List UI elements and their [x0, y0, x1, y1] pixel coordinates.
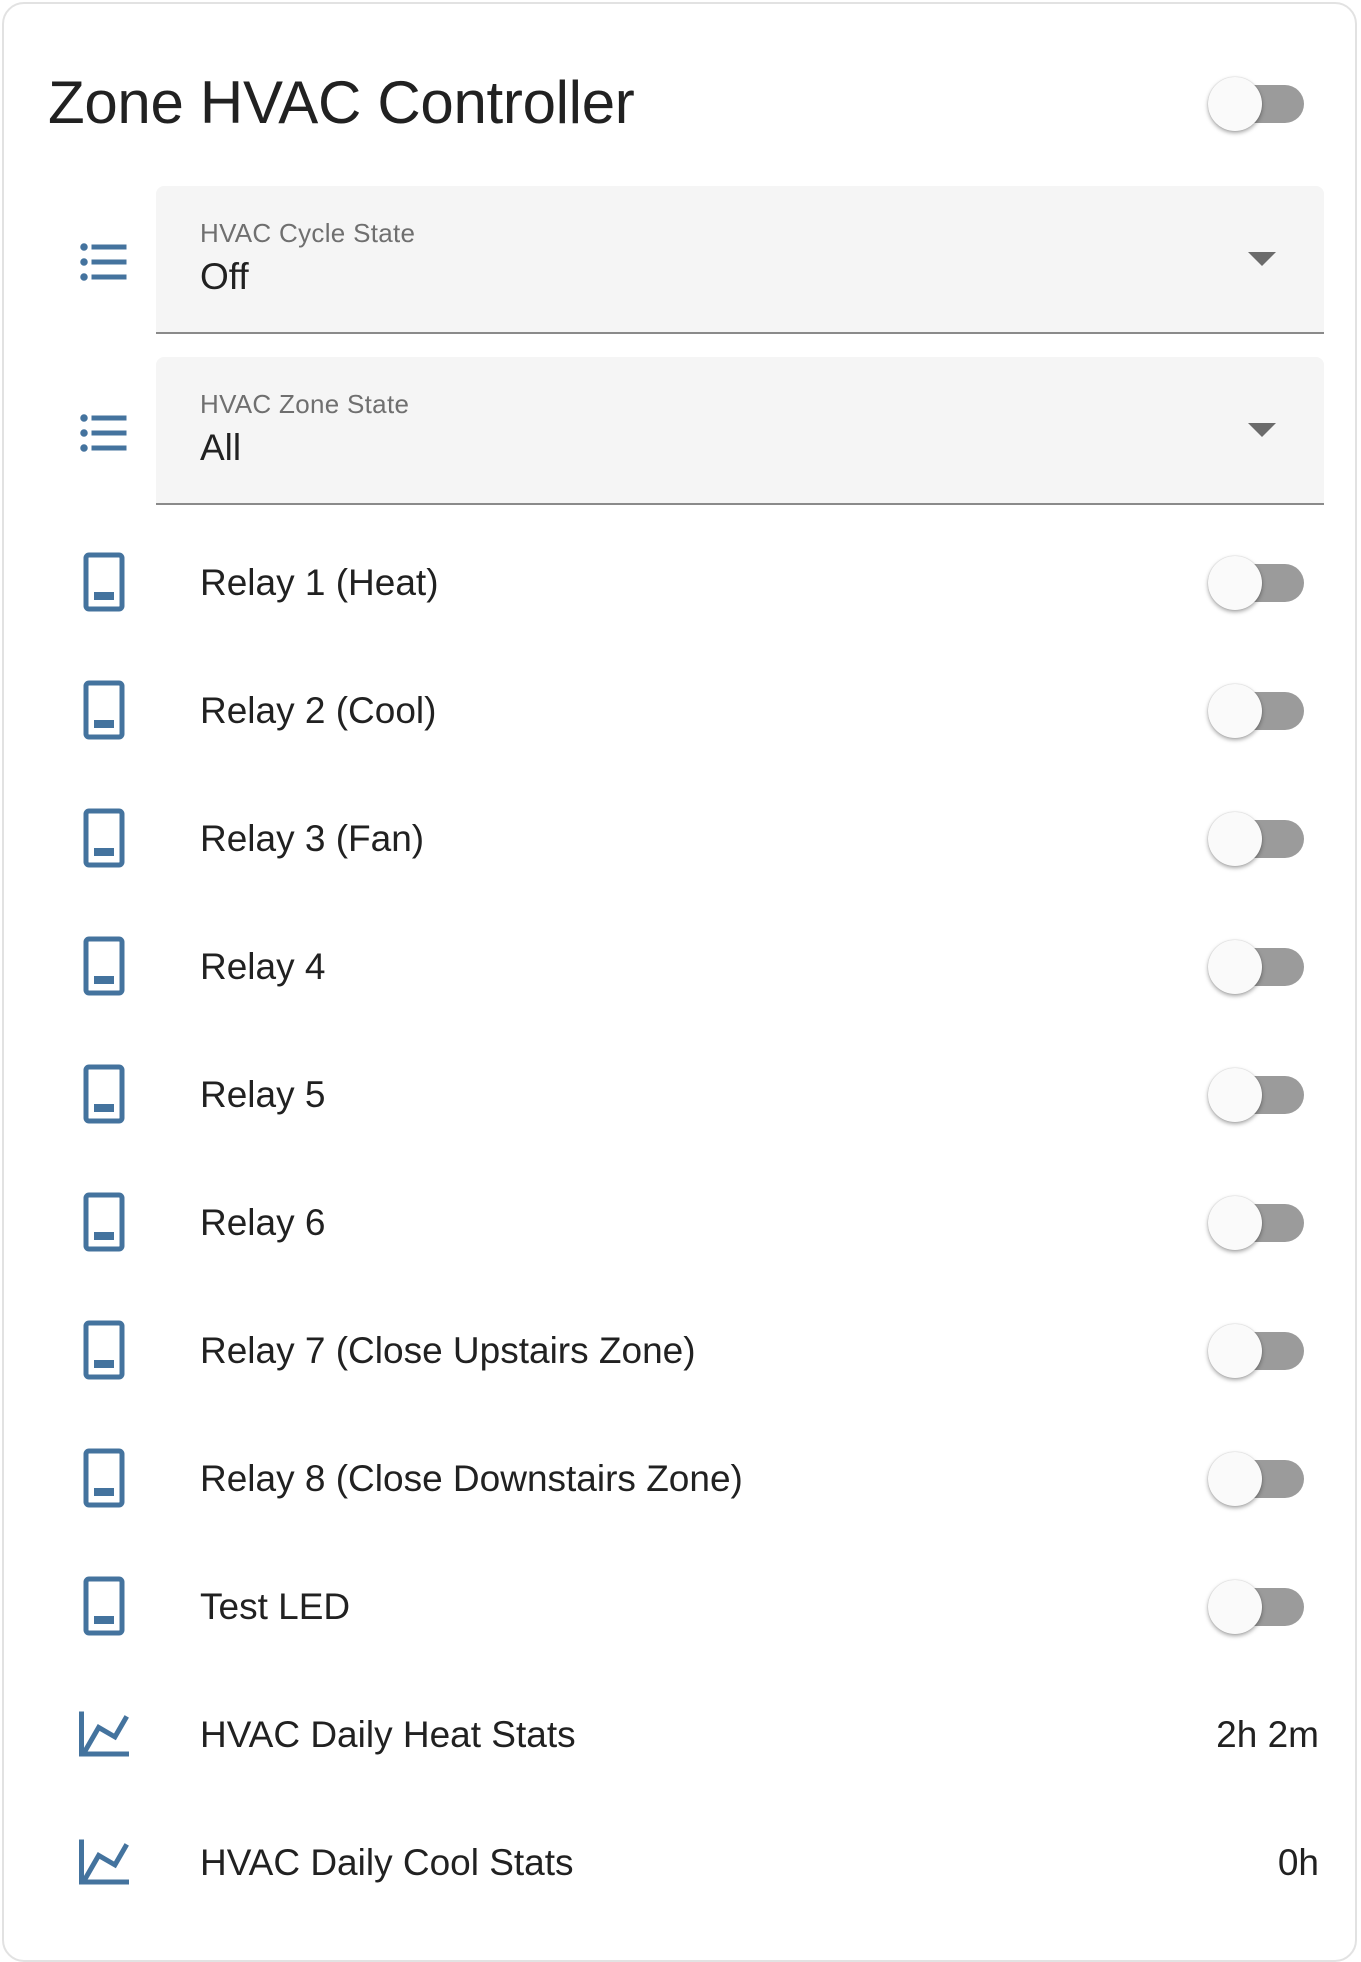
switch-label-relay-4: Relay 4 [200, 946, 326, 987]
tablet-icon [74, 552, 134, 612]
chart-line-icon [74, 1832, 134, 1892]
master-toggle[interactable] [1208, 74, 1308, 134]
menu-down-icon [1248, 423, 1276, 437]
select-label: HVAC Cycle State [200, 218, 416, 248]
toggle-thumb [1208, 1068, 1262, 1122]
switch-label-test-led: Test LED [200, 1586, 351, 1627]
hvac-cycle-state-select[interactable]: HVAC Cycle State Off [156, 186, 1324, 334]
relay-5-toggle[interactable] [1208, 1065, 1308, 1125]
toggle-thumb [1208, 684, 1262, 738]
hvac-card: Zone HVAC Controller HVAC Cycle State Of… [2, 2, 1357, 1962]
tablet-icon [74, 1064, 134, 1124]
sensor-value-heat-stats: 2h 2m [1216, 1714, 1319, 1755]
relay-6-toggle[interactable] [1208, 1193, 1308, 1253]
toggle-thumb [1208, 1324, 1262, 1378]
switch-label-relay-5: Relay 5 [200, 1074, 326, 1115]
relay-1-toggle[interactable] [1208, 553, 1308, 613]
chart-line-icon [74, 1704, 134, 1764]
tablet-icon [74, 936, 134, 996]
hvac-zone-state-select[interactable]: HVAC Zone State All [156, 357, 1324, 505]
sensor-label-cool-stats: HVAC Daily Cool Stats [200, 1842, 574, 1883]
toggle-thumb [1208, 556, 1262, 610]
tablet-icon [74, 1448, 134, 1508]
toggle-thumb [1208, 1196, 1262, 1250]
switch-label-relay-6: Relay 6 [200, 1202, 326, 1243]
switch-label-relay-2: Relay 2 (Cool) [200, 690, 437, 731]
select-value: All [200, 427, 242, 468]
tablet-icon [74, 1192, 134, 1252]
relay-8-toggle[interactable] [1208, 1449, 1308, 1509]
tablet-icon [74, 808, 134, 868]
sensor-label-heat-stats: HVAC Daily Heat Stats [200, 1714, 576, 1755]
relay-2-toggle[interactable] [1208, 681, 1308, 741]
switch-label-relay-8: Relay 8 (Close Downstairs Zone) [200, 1458, 743, 1499]
sensor-value-cool-stats: 0h [1277, 1842, 1319, 1883]
menu-down-icon [1248, 252, 1276, 266]
tablet-icon [74, 1320, 134, 1380]
toggle-thumb [1208, 1452, 1262, 1506]
relay-4-toggle[interactable] [1208, 937, 1308, 997]
tablet-icon [74, 680, 134, 740]
toggle-thumb [1208, 1580, 1262, 1634]
toggle-thumb [1208, 940, 1262, 994]
select-label: HVAC Zone State [200, 389, 410, 419]
switch-label-relay-7: Relay 7 (Close Upstairs Zone) [200, 1330, 696, 1371]
toggle-thumb [1208, 77, 1262, 131]
relay-7-toggle[interactable] [1208, 1321, 1308, 1381]
select-value: Off [200, 256, 249, 297]
tablet-icon [74, 1576, 134, 1636]
switch-label-relay-3: Relay 3 (Fan) [200, 818, 425, 859]
switch-label-relay-1: Relay 1 (Heat) [200, 562, 439, 603]
card-title: Zone HVAC Controller [48, 69, 635, 136]
toggle-thumb [1208, 812, 1262, 866]
format-list-bulleted-icon [74, 403, 134, 463]
format-list-bulleted-icon [74, 232, 134, 292]
test-led-toggle[interactable] [1208, 1577, 1308, 1637]
relay-3-toggle[interactable] [1208, 809, 1308, 869]
